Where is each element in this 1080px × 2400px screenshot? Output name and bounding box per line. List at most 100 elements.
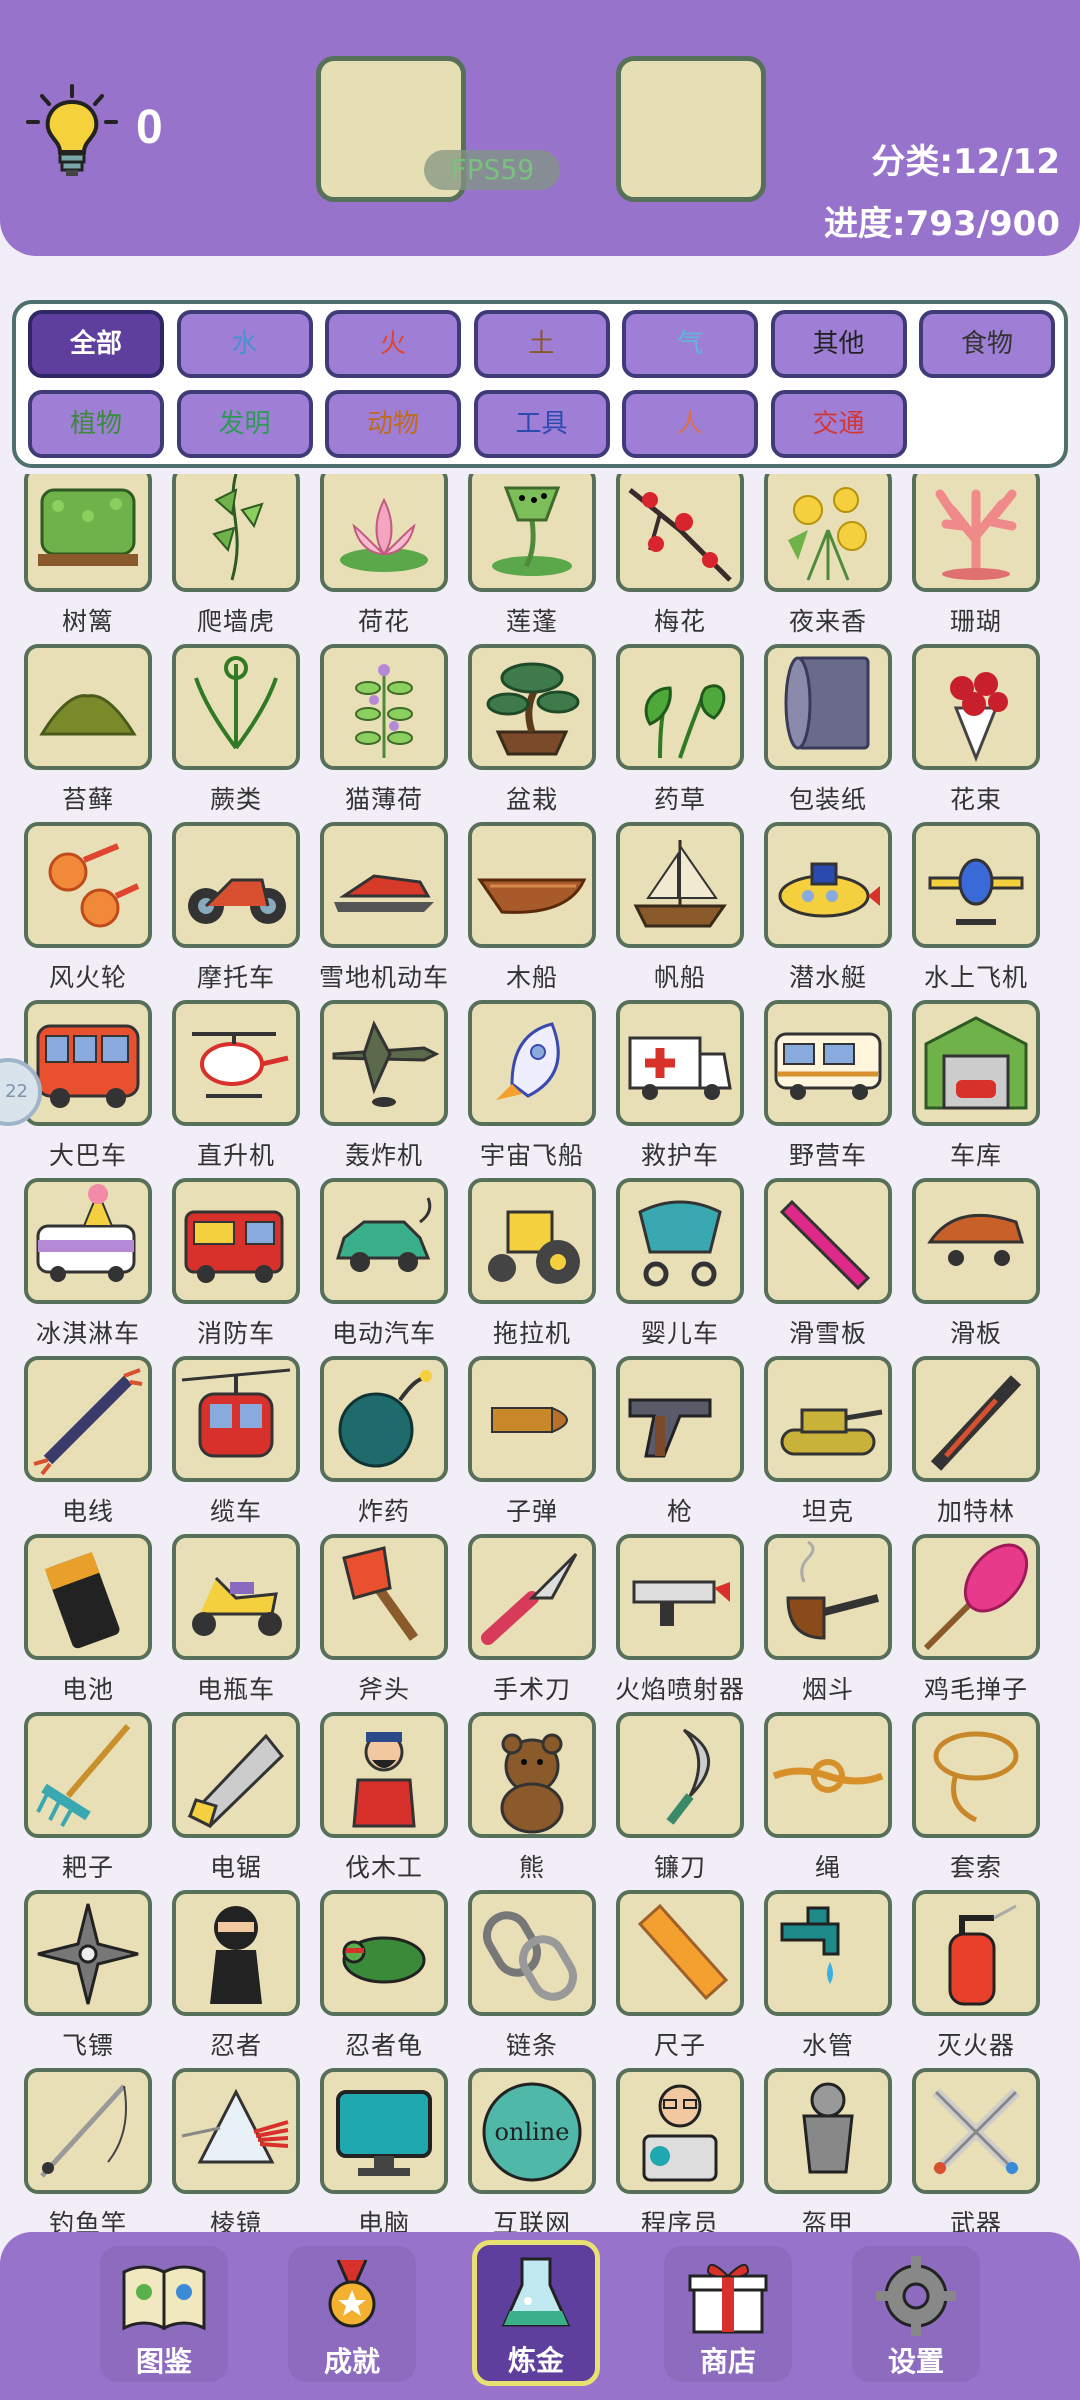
flamethrower-icon[interactable] (616, 1534, 744, 1660)
extinguisher-icon[interactable] (912, 1890, 1040, 2016)
filter-chip[interactable]: 气 (622, 310, 758, 378)
feather-duster-icon[interactable] (912, 1534, 1040, 1660)
element-card[interactable]: 夜来香 (764, 474, 892, 638)
bear-icon[interactable] (468, 1712, 596, 1838)
element-card[interactable]: 野营车 (764, 1000, 892, 1172)
scooter-icon[interactable] (172, 1534, 300, 1660)
element-card[interactable]: 烟斗 (764, 1534, 892, 1706)
element-card[interactable]: 电动汽车 (320, 1178, 448, 1350)
element-card[interactable]: 棱镜 (172, 2068, 300, 2234)
bomb-icon[interactable] (320, 1356, 448, 1482)
helicopter-icon[interactable] (172, 1000, 300, 1126)
catnip-icon[interactable] (320, 644, 448, 770)
axe-icon[interactable] (320, 1534, 448, 1660)
element-card[interactable]: 爬墙虎 (172, 474, 300, 638)
filter-chip[interactable]: 植物 (28, 390, 164, 458)
lotus-pod-icon[interactable] (468, 474, 596, 592)
element-card[interactable]: 火焰喷射器 (615, 1534, 744, 1706)
rake-icon[interactable] (24, 1712, 152, 1838)
element-card[interactable]: 水上飞机 (912, 822, 1040, 994)
element-card[interactable]: 链条 (468, 1890, 596, 2062)
element-card[interactable]: 飞镖 (24, 1890, 152, 2062)
element-card[interactable]: 坦克 (764, 1356, 892, 1528)
nav-gift[interactable]: 商店 (664, 2246, 792, 2382)
moss-icon[interactable] (24, 644, 152, 770)
element-card[interactable]: 电池 (24, 1534, 152, 1706)
nav-flask[interactable]: 炼金 (472, 2240, 600, 2386)
filter-chip[interactable]: 食物 (919, 310, 1055, 378)
element-card[interactable]: 冰淇淋车 (24, 1178, 152, 1350)
element-card[interactable]: 帆船 (616, 822, 744, 994)
element-card[interactable]: 武器 (912, 2068, 1040, 2234)
prism-icon[interactable] (172, 2068, 300, 2194)
snowboard-icon[interactable] (764, 1178, 892, 1304)
element-card[interactable]: 伐木工 (320, 1712, 448, 1884)
element-card[interactable]: 子弹 (468, 1356, 596, 1528)
fire-truck-icon[interactable] (172, 1178, 300, 1304)
nav-medal[interactable]: 成就 (288, 2246, 416, 2382)
element-grid[interactable]: 树篱 爬墙虎 荷花 莲蓬 梅花 夜来香 珊瑚 苔藓 蕨类 猫薄荷 盆栽 药草 包装纸 花束 风火轮 摩托车 雪地… (0, 474, 1080, 2234)
bullet-icon[interactable] (468, 1356, 596, 1482)
element-card[interactable]: 钓鱼竿 (24, 2068, 152, 2234)
tractor-icon[interactable] (468, 1178, 596, 1304)
rocket-icon[interactable] (468, 1000, 596, 1126)
element-card[interactable]: 大巴车 (24, 1000, 152, 1172)
filter-chip[interactable]: 火 (325, 310, 461, 378)
element-card[interactable]: 猫薄荷 (320, 644, 448, 816)
lasso-icon[interactable] (912, 1712, 1040, 1838)
element-card[interactable]: 树篱 (24, 474, 152, 638)
element-card[interactable]: 莲蓬 (468, 474, 596, 638)
snowmobile-icon[interactable] (320, 822, 448, 948)
element-card[interactable]: 苔藓 (24, 644, 152, 816)
filter-chip[interactable]: 全部 (28, 310, 164, 378)
element-card[interactable]: 电锯 (172, 1712, 300, 1884)
internet-icon[interactable]: online (468, 2068, 596, 2194)
element-card[interactable]: 程序员 (616, 2068, 744, 2234)
filter-chip[interactable]: 交通 (770, 390, 907, 458)
wire-icon[interactable] (24, 1356, 152, 1482)
nav-book[interactable]: 图鉴 (100, 2246, 228, 2382)
bouquet-icon[interactable] (912, 644, 1040, 770)
ninja-icon[interactable] (172, 1890, 300, 2016)
element-card[interactable]: 盆栽 (468, 644, 596, 816)
element-card[interactable]: 套索 (912, 1712, 1040, 1884)
revolver-icon[interactable] (616, 1356, 744, 1482)
element-card[interactable]: online 互联网 (468, 2068, 596, 2234)
element-card[interactable]: 加特林 (912, 1356, 1040, 1528)
element-card[interactable]: 滑板 (912, 1178, 1040, 1350)
bomber-icon[interactable] (320, 1000, 448, 1126)
element-card[interactable]: 缆车 (172, 1356, 300, 1528)
rope-icon[interactable] (764, 1712, 892, 1838)
element-card[interactable]: 梅花 (616, 474, 744, 638)
element-card[interactable]: 水管 (764, 1890, 892, 2062)
element-card[interactable]: 熊 (468, 1712, 596, 1884)
ninja-turtle-icon[interactable] (320, 1890, 448, 2016)
element-card[interactable]: 救护车 (616, 1000, 744, 1172)
battery-icon[interactable] (24, 1534, 152, 1660)
shuriken-icon[interactable] (24, 1890, 152, 2016)
element-card[interactable]: 忍者龟 (320, 1890, 448, 2062)
ice-cream-truck-icon[interactable] (24, 1178, 152, 1304)
computer-icon[interactable] (320, 2068, 448, 2194)
sickle-icon[interactable] (616, 1712, 744, 1838)
element-card[interactable]: 蕨类 (172, 644, 300, 816)
faucet-icon[interactable] (764, 1890, 892, 2016)
element-card[interactable]: 尺子 (616, 1890, 744, 2062)
weapons-icon[interactable] (912, 2068, 1040, 2194)
filter-chip[interactable]: 发明 (176, 390, 313, 458)
camper-icon[interactable] (764, 1000, 892, 1126)
element-card[interactable]: 直升机 (172, 1000, 300, 1172)
filter-chip[interactable]: 动物 (325, 390, 461, 458)
cable-car-icon[interactable] (172, 1356, 300, 1482)
element-card[interactable]: 潜水艇 (764, 822, 892, 994)
element-card[interactable]: 雪地机动车 (319, 822, 448, 994)
fishing-rod-icon[interactable] (24, 2068, 152, 2194)
ambulance-icon[interactable] (616, 1000, 744, 1126)
element-card[interactable]: 电线 (24, 1356, 152, 1528)
skateboard-icon[interactable] (912, 1178, 1040, 1304)
wooden-boat-icon[interactable] (468, 822, 596, 948)
saw-icon[interactable] (172, 1712, 300, 1838)
seaplane-icon[interactable] (912, 822, 1040, 948)
element-card[interactable]: 风火轮 (24, 822, 152, 994)
motorcycle-icon[interactable] (172, 822, 300, 948)
